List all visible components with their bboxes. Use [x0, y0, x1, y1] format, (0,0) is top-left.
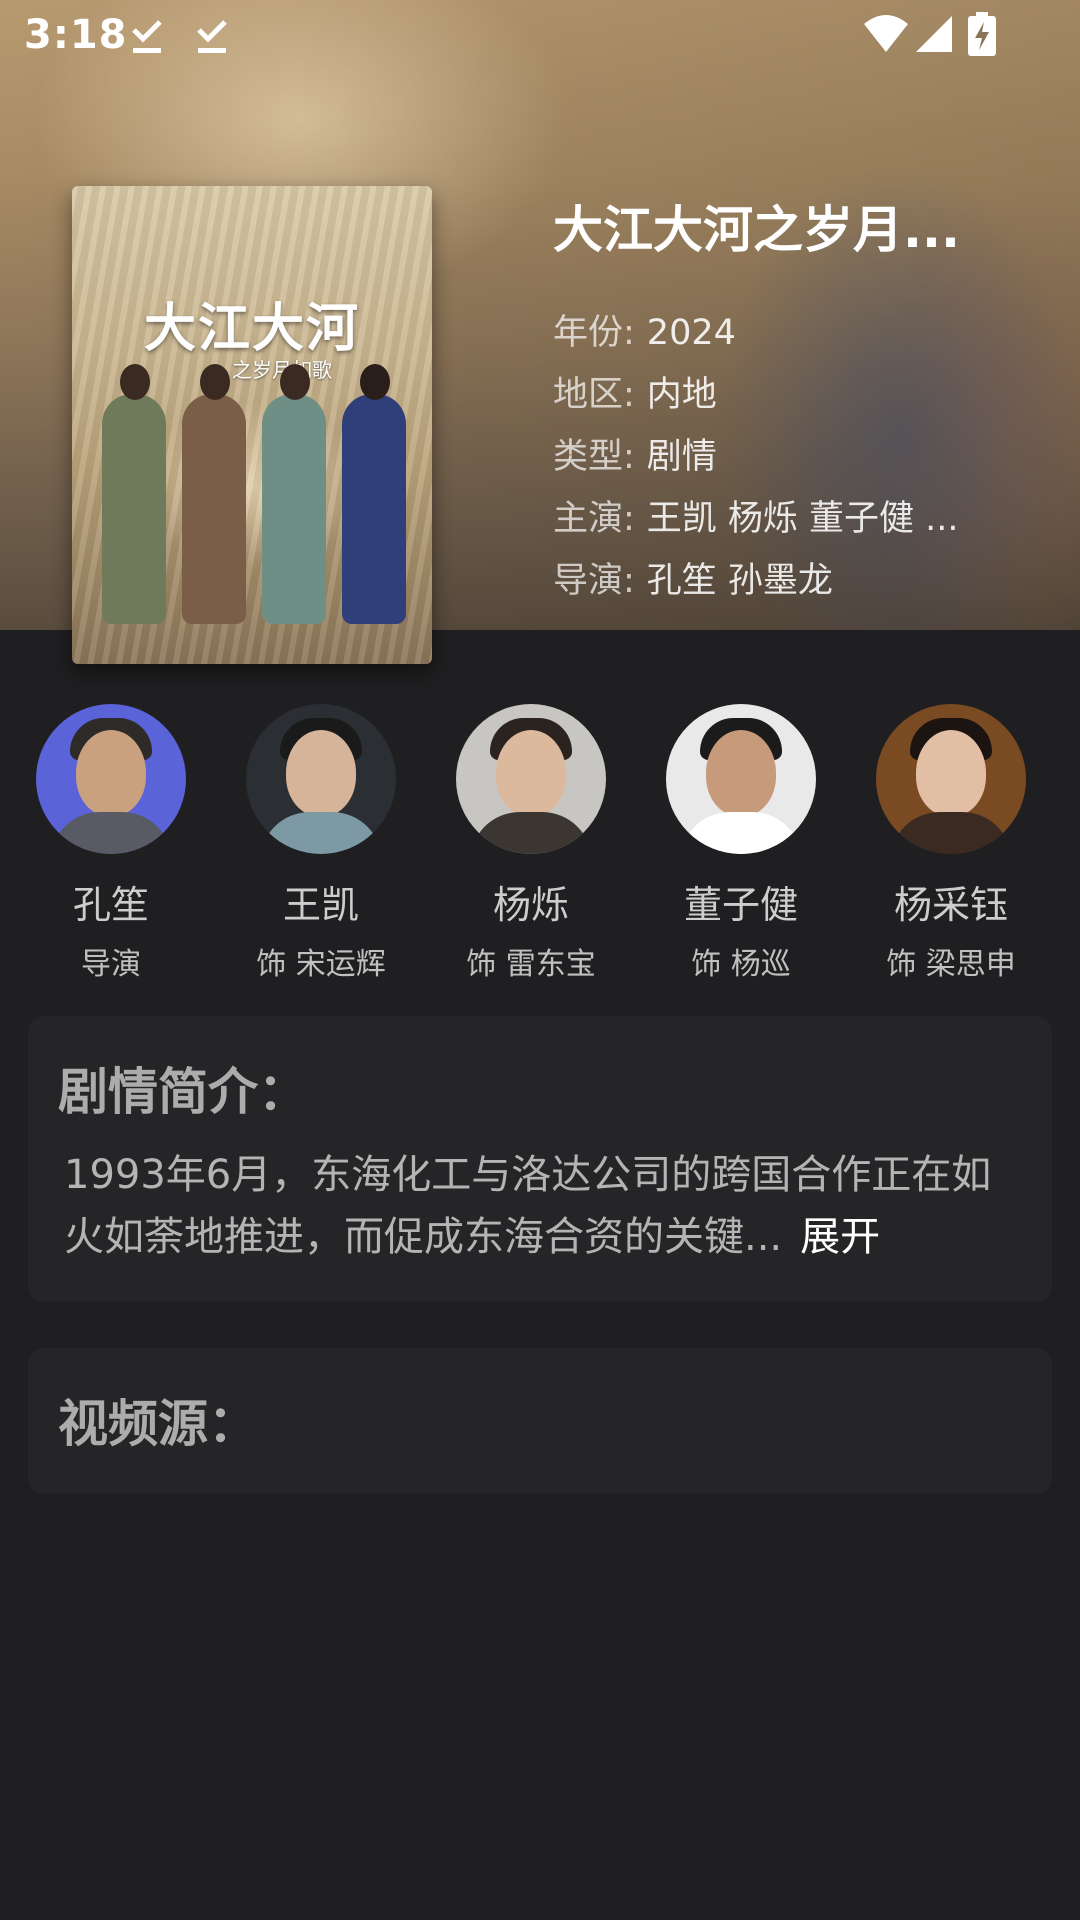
- avatar: [876, 704, 1026, 854]
- cast-item[interactable]: 杨烁 饰 雷东宝: [426, 704, 636, 983]
- info-value: 王凯 杨烁 董子健 ...: [646, 499, 959, 539]
- download-done-icon: [195, 16, 229, 56]
- wifi-icon: [862, 14, 910, 58]
- info-year: 年份: 2024: [553, 304, 1013, 355]
- cast-item[interactable]: 王凯 饰 宋运辉: [216, 704, 426, 983]
- expand-button[interactable]: 展开: [800, 1214, 880, 1260]
- movie-title: 大江大河之岁月...: [553, 201, 960, 259]
- info-region: 地区: 内地: [553, 366, 1013, 417]
- info-value: 内地: [646, 375, 717, 415]
- synopsis-text: 1993年6月，东海化工与洛达公司的跨国合作正在如火如荼地推进，而促成东海合资的…: [64, 1144, 1014, 1268]
- cast-role: 导演: [81, 947, 141, 982]
- poster-figure: [182, 364, 246, 624]
- info-label: 年份:: [553, 313, 635, 353]
- info-genre: 类型: 剧情: [553, 428, 1013, 479]
- cast-item[interactable]: 杨采钰 饰 梁思申: [846, 704, 1056, 983]
- cast-name: 杨烁: [492, 883, 569, 927]
- avatar: [246, 704, 396, 854]
- cast-name: 孔笙: [72, 883, 149, 927]
- status-time: 3:18: [24, 12, 128, 58]
- info-value: 孔笙 孙墨龙: [646, 561, 833, 601]
- cast-role: 饰 梁思申: [886, 947, 1016, 982]
- download-done-icon: [130, 16, 164, 56]
- battery-charging-icon: [968, 12, 996, 60]
- synopsis-card: 剧情简介： 1993年6月，东海化工与洛达公司的跨国合作正在如火如荼地推进，而促…: [28, 1016, 1052, 1302]
- cast-name: 杨采钰: [893, 883, 1008, 927]
- cast-name: 王凯: [282, 883, 359, 927]
- info-starring: 主演: 王凯 杨烁 董子健 ...: [553, 490, 1013, 541]
- info-label: 导演:: [553, 561, 635, 601]
- cast-item[interactable]: 孔笙 导演: [6, 704, 216, 983]
- video-source-card: 视频源：: [28, 1348, 1052, 1494]
- synopsis-heading: 剧情简介：: [58, 1063, 308, 1121]
- cast-item[interactable]: 董子健 饰 杨巡: [636, 704, 846, 983]
- movie-poster[interactable]: 大江大河 之岁月如歌: [72, 186, 432, 664]
- poster-figure: [342, 364, 406, 624]
- avatar: [666, 704, 816, 854]
- cast-role: 饰 宋运辉: [256, 947, 386, 982]
- cast-role: 饰 杨巡: [691, 947, 791, 982]
- info-value: 2024: [646, 313, 736, 353]
- poster-figure: [262, 364, 326, 624]
- cast-name: 董子健: [683, 883, 798, 927]
- info-director: 导演: 孔笙 孙墨龙: [553, 552, 1013, 603]
- info-label: 类型:: [553, 437, 635, 477]
- info-value: 剧情: [646, 437, 717, 477]
- poster-title-art: 大江大河: [143, 298, 360, 359]
- movie-detail-screen: 3:18 大江大河之岁月... 年份: 2024 地区: 内地 类型: 剧情 主…: [0, 0, 1080, 1920]
- avatar: [36, 704, 186, 854]
- cast-role: 饰 雷东宝: [466, 947, 596, 982]
- avatar: [456, 704, 606, 854]
- poster-figure: [102, 364, 166, 624]
- cell-signal-icon: [914, 14, 954, 58]
- cast-list: 孔笙 导演 王凯 饰 宋运辉 杨烁 饰 雷东宝 董子健 饰 杨巡 杨采钰 饰 梁…: [0, 704, 1080, 984]
- video-source-heading: 视频源：: [58, 1395, 258, 1453]
- info-label: 地区:: [553, 375, 635, 415]
- info-label: 主演:: [553, 499, 635, 539]
- status-bar: 3:18: [0, 0, 1080, 72]
